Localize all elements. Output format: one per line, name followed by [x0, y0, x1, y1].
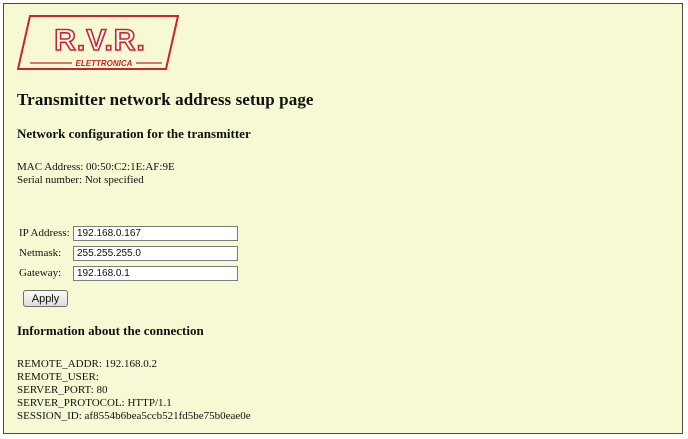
gateway-row: Gateway:: [18, 263, 238, 283]
rvr-logo: R.V.R. ELETTRONICA: [16, 13, 179, 71]
netmask-row: Netmask:: [18, 243, 238, 263]
logo-main-text: R.V.R.: [54, 24, 146, 57]
ip-address-input[interactable]: [73, 225, 238, 241]
network-form: IP Address: Netmask: Gateway:: [18, 223, 238, 283]
serial-number-text: Serial number: Not specified: [17, 174, 144, 186]
apply-button[interactable]: Apply: [23, 290, 68, 307]
ip-address-row: IP Address:: [18, 223, 238, 243]
netmask-input[interactable]: [73, 245, 238, 261]
session-id-text: SESSION_ID: af8554b6bea5ccb521fd5be75b0e…: [17, 410, 251, 422]
server-port-text: SERVER_PORT: 80: [17, 384, 108, 396]
page-title: Transmitter network address setup page: [17, 90, 314, 109]
rvr-logo-graphic: R.V.R. ELETTRONICA: [16, 15, 179, 70]
server-protocol-text: SERVER_PROTOCOL: HTTP/1.1: [17, 397, 172, 409]
page-frame: R.V.R. ELETTRONICA Transmitter network a…: [3, 3, 683, 434]
mac-address-text: MAC Address: 00:50:C2:1E:AF:9E: [17, 161, 175, 173]
gateway-label: Gateway:: [19, 267, 62, 279]
gateway-input[interactable]: [73, 265, 238, 281]
ip-address-label: IP Address:: [19, 227, 70, 239]
connection-info-heading: Information about the connection: [17, 323, 204, 338]
network-config-heading: Network configuration for the transmitte…: [17, 126, 251, 141]
logo-sub-text: ELETTRONICA: [76, 59, 133, 68]
remote-user-text: REMOTE_USER:: [17, 371, 99, 383]
netmask-label: Netmask:: [19, 247, 62, 259]
remote-addr-text: REMOTE_ADDR: 192.168.0.2: [17, 358, 157, 370]
